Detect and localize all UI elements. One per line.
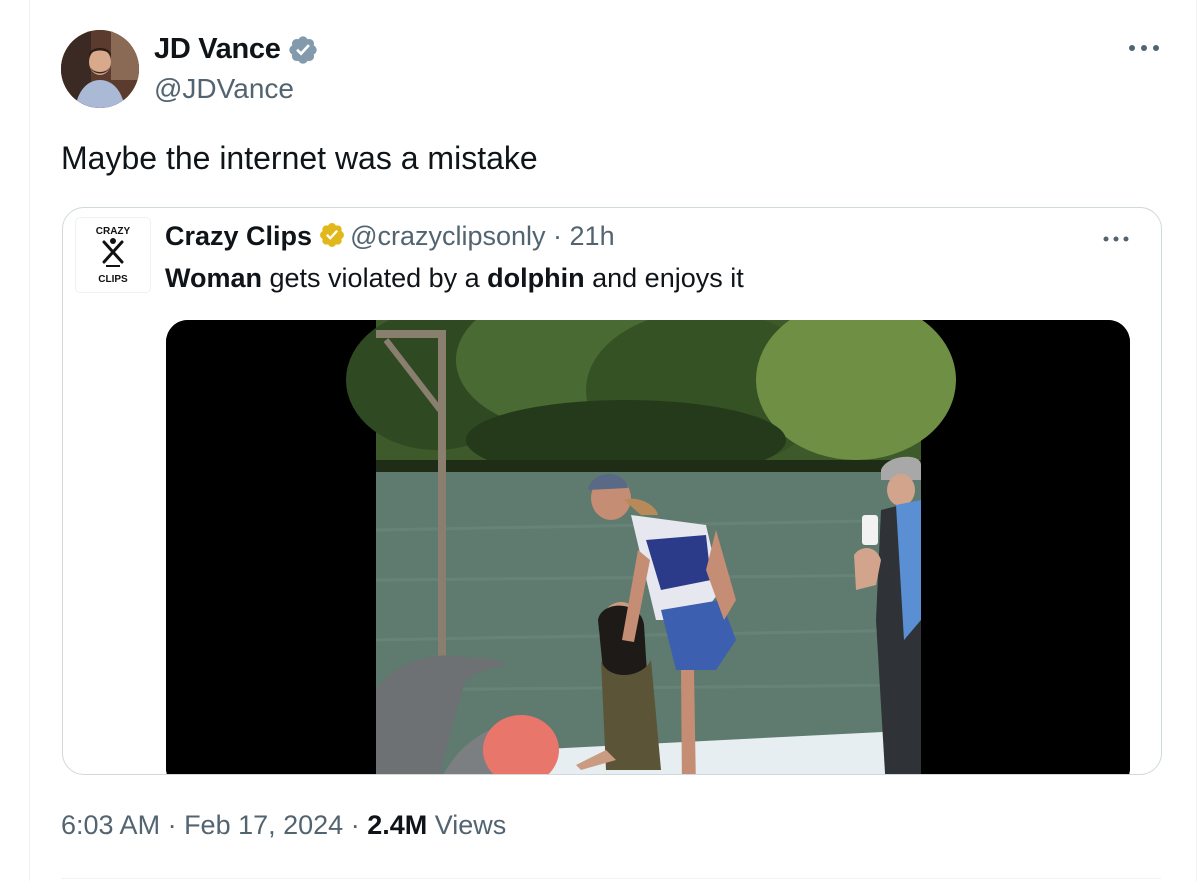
quoted-header: Crazy Clips @crazyclipsonly · 21h — [165, 221, 615, 252]
quoted-separator: · — [545, 221, 570, 251]
views-count: 2.4M — [367, 810, 428, 840]
avatar-image — [61, 30, 139, 108]
logo-bottom-text: CLIPS — [98, 274, 128, 285]
video-frame — [166, 320, 1130, 774]
author-handle[interactable]: @JDVance — [154, 73, 294, 105]
quoted-text-part-3: dolphin — [487, 263, 585, 293]
quoted-tweet-text: Woman gets violated by a dolphin and enj… — [165, 263, 744, 294]
more-options-icon[interactable] — [1124, 38, 1164, 58]
quoted-avatar[interactable]: CRAZY CLIPS — [76, 218, 150, 292]
crazy-clips-logo: CRAZY CLIPS — [96, 226, 131, 285]
tweet-text: Maybe the internet was a mistake — [61, 140, 538, 176]
verified-badge-icon[interactable] — [287, 34, 319, 66]
quoted-age[interactable]: 21h — [570, 221, 615, 251]
quoted-text-part-2: gets violated by a — [262, 263, 488, 293]
divider — [61, 878, 1161, 879]
gold-verified-badge-icon — [320, 223, 345, 247]
tweet-detail: JD Vance @JDVance Maybe the internet was… — [0, 0, 1200, 881]
tweet-date[interactable]: Feb 17, 2024 — [184, 810, 343, 840]
column-border-left — [29, 0, 30, 881]
quoted-author-name[interactable]: Crazy Clips — [165, 221, 312, 251]
quoted-more-options-icon[interactable] — [1099, 231, 1133, 247]
quoted-text-part-1: Woman — [165, 263, 263, 293]
quoted-tweet-card[interactable]: CRAZY CLIPS Crazy Clips @crazyclipsonly … — [62, 207, 1162, 775]
quoted-video[interactable] — [166, 320, 1130, 774]
views-label: Views — [434, 810, 507, 840]
quoted-author-handle[interactable]: @crazyclipsonly — [350, 221, 545, 251]
tweet-meta: 6:03 AM · Feb 17, 2024 · 2.4M Views — [61, 810, 506, 841]
logo-top-text: CRAZY — [96, 226, 131, 237]
author-name[interactable]: JD Vance — [154, 33, 281, 66]
quoted-text-part-4: and enjoys it — [584, 263, 744, 293]
avatar[interactable] — [61, 30, 139, 108]
meta-separator-2: · — [343, 810, 368, 840]
meta-separator-1: · — [160, 810, 185, 840]
column-border-right — [1196, 0, 1197, 881]
tweet-time[interactable]: 6:03 AM — [61, 810, 160, 840]
